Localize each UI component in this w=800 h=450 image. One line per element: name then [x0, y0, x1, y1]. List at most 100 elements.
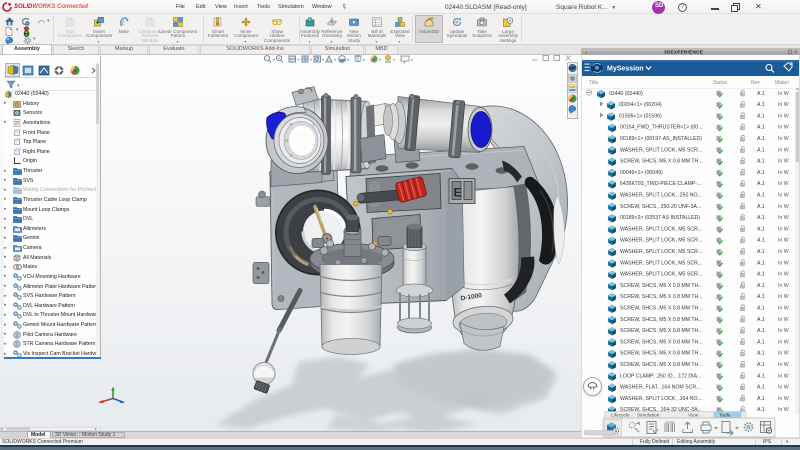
svg-text:A.1: A.1: [757, 147, 765, 153]
svg-text:In W: In W: [778, 317, 789, 323]
svg-text:▾: ▾: [310, 57, 312, 62]
svg-text:▾: ▾: [17, 83, 20, 89]
svg-text:A.1: A.1: [757, 226, 765, 232]
svg-text:In W: In W: [778, 238, 789, 244]
svg-text:In W: In W: [778, 215, 789, 221]
svg-text:WASHER, SPLIT LOCK, M5 SCR...: WASHER, SPLIT LOCK, M5 SCR...: [620, 226, 702, 232]
svg-text:Maturi: Maturi: [775, 80, 789, 86]
svg-text:In W: In W: [778, 306, 789, 312]
svg-text:A.1: A.1: [757, 249, 765, 255]
svg-text:A.1: A.1: [757, 170, 765, 176]
svg-text:In W: In W: [778, 147, 789, 153]
svg-text:▾: ▾: [379, 57, 381, 62]
svg-text:3DEXPERIENCE: 3DEXPERIENCE: [664, 50, 703, 55]
svg-text:In W: In W: [778, 260, 789, 266]
svg-text:SCREW, SHCS, .250-20 UNF-3A...: SCREW, SHCS, .250-20 UNF-3A...: [620, 204, 701, 210]
svg-text:SCREW, SHCS, M5 X 0.8 MM TH...: SCREW, SHCS, M5 X 0.8 MM TH...: [620, 306, 703, 312]
svg-text:SCREW, SHCS, M5 X 0.8 MM TH...: SCREW, SHCS, M5 X 0.8 MM TH...: [620, 283, 703, 289]
svg-text:SCREW, SHCS, M5 X 0.8 MM TH...: SCREW, SHCS, M5 X 0.8 MM TH...: [620, 328, 703, 334]
svg-text:In W: In W: [778, 249, 789, 255]
svg-text:WASHER, SPLIT LOCK, M5 SCR...: WASHER, SPLIT LOCK, M5 SCR...: [620, 272, 702, 278]
svg-text:A.1: A.1: [757, 339, 765, 345]
svg-text:A.1: A.1: [757, 283, 765, 289]
svg-text:A.1: A.1: [757, 91, 765, 97]
svg-text:In W: In W: [778, 91, 789, 97]
svg-text:▾: ▾: [363, 57, 365, 62]
svg-text:In W: In W: [778, 181, 789, 187]
svg-text:▾: ▾: [273, 57, 275, 62]
svg-text:SCREW, SHCS, M5 X 0.8 MM TH...: SCREW, SHCS, M5 X 0.8 MM TH...: [620, 317, 703, 323]
svg-text:A.1: A.1: [757, 159, 765, 165]
svg-text:In W: In W: [778, 272, 789, 278]
svg-text:▾: ▾: [347, 57, 349, 62]
svg-text:SCREW, SHCS, M5 X 0.8 MM TH...: SCREW, SHCS, M5 X 0.8 MM TH...: [620, 351, 703, 357]
svg-text:A.1: A.1: [757, 204, 765, 210]
svg-text:▾: ▾: [393, 57, 395, 62]
svg-text:A.1: A.1: [757, 215, 765, 221]
svg-text:In W: In W: [778, 102, 789, 108]
svg-text:LOOP CLAMP, .250 ID., .172 DIA: LOOP CLAMP, .250 ID., .172 DIA...: [620, 373, 701, 379]
svg-text:A.1: A.1: [757, 136, 765, 142]
svg-text:A.1: A.1: [757, 181, 765, 187]
svg-text:A.1: A.1: [757, 317, 765, 323]
svg-text:A.1: A.1: [757, 102, 765, 108]
svg-text:E: E: [454, 185, 462, 199]
svg-text:WASHER, SPLIT LOCK, .164 NO...: WASHER, SPLIT LOCK, .164 NO...: [620, 396, 702, 402]
svg-text:00154_FWD_THRUSTER<1> (00...: 00154_FWD_THRUSTER<1> (00...: [620, 125, 702, 131]
svg-text:WASHER, FLAT, .164 NOM SCR...: WASHER, FLAT, .164 NOM SCR...: [620, 385, 700, 391]
svg-text:01506<1> (01506): 01506<1> (01506): [619, 113, 662, 119]
svg-text:▾: ▾: [298, 57, 300, 62]
svg-text:In W: In W: [778, 159, 789, 165]
svg-text:WASHER, SPLIT LOCK, M5 SCR...: WASHER, SPLIT LOCK, M5 SCR...: [620, 238, 702, 244]
svg-text:In W: In W: [778, 396, 789, 402]
svg-text:A.1: A.1: [757, 407, 765, 413]
svg-text:In W: In W: [778, 294, 789, 300]
svg-text:In W: In W: [778, 113, 789, 119]
svg-text:A.1: A.1: [757, 260, 765, 266]
svg-text:A.1: A.1: [757, 294, 765, 300]
svg-text:A.1: A.1: [757, 385, 765, 391]
svg-text:In W: In W: [778, 193, 789, 199]
svg-text:In W: In W: [778, 362, 789, 368]
svg-text:SCREW, SHCS, M5 X 0.8 MM TH...: SCREW, SHCS, M5 X 0.8 MM TH...: [620, 159, 703, 165]
svg-text:00189<2> (02537 AS INSTALLED): 00189<2> (02537 AS INSTALLED): [620, 215, 700, 221]
svg-text:In W: In W: [778, 136, 789, 142]
svg-text:A.1: A.1: [757, 272, 765, 278]
svg-text:A.1: A.1: [757, 238, 765, 244]
svg-text:00049<1> (00049): 00049<1> (00049): [620, 170, 663, 176]
svg-text:In W: In W: [778, 204, 789, 210]
svg-text:In W: In W: [778, 407, 789, 413]
svg-text:00189<1> (00197-AS_INSTALLED): 00189<1> (00197-AS_INSTALLED): [620, 136, 702, 142]
svg-text:In W: In W: [778, 339, 789, 345]
svg-text:SCREW, SHCS, M5 X 0.8 MM TH...: SCREW, SHCS, M5 X 0.8 MM TH...: [620, 362, 703, 368]
svg-text:MySession: MySession: [607, 65, 644, 72]
svg-text:SCREW, SHCS, M5 X 0.8 MM TH...: SCREW, SHCS, M5 X 0.8 MM TH...: [620, 339, 703, 345]
svg-text:A.1: A.1: [757, 373, 765, 379]
svg-text:▾: ▾: [334, 57, 336, 62]
svg-text:6436K793_TWO-PIECE CLAMP-...: 6436K793_TWO-PIECE CLAMP-...: [620, 181, 701, 187]
svg-text:A.1: A.1: [757, 306, 765, 312]
svg-text:Status: Status: [713, 80, 728, 86]
svg-text:In W: In W: [778, 283, 789, 289]
svg-text:A.1: A.1: [757, 125, 765, 131]
svg-text:A.1: A.1: [757, 328, 765, 334]
svg-text:Title: Title: [589, 80, 598, 86]
svg-text:A.1: A.1: [757, 351, 765, 357]
svg-text:WASHER, SPLIT LOCK, M5 SCR...: WASHER, SPLIT LOCK, M5 SCR...: [620, 260, 702, 266]
svg-text:WASHER, SPLIT LOCK, M5 SCR...: WASHER, SPLIT LOCK, M5 SCR...: [620, 249, 702, 255]
svg-text:A.1: A.1: [757, 193, 765, 199]
svg-text:In W: In W: [778, 351, 789, 357]
svg-text:In W: In W: [778, 373, 789, 379]
svg-text:02440 (02440): 02440 (02440): [609, 91, 643, 97]
svg-text:In W: In W: [778, 170, 789, 176]
svg-text:A.1: A.1: [757, 396, 765, 402]
svg-text:00204<1> (00204): 00204<1> (00204): [619, 102, 662, 108]
svg-text:In W: In W: [778, 125, 789, 131]
svg-text:A.1: A.1: [757, 362, 765, 368]
svg-text:▾: ▾: [322, 57, 324, 62]
svg-text:In W: In W: [778, 385, 789, 391]
svg-text:WASHER, SPLIT LOCK, M5 SCR...: WASHER, SPLIT LOCK, M5 SCR...: [620, 147, 702, 153]
svg-text:A.1: A.1: [757, 113, 765, 119]
svg-text:In W: In W: [778, 328, 789, 334]
svg-text:WASHER, SPLIT LOCK, .250 NO...: WASHER, SPLIT LOCK, .250 NO...: [620, 193, 702, 199]
